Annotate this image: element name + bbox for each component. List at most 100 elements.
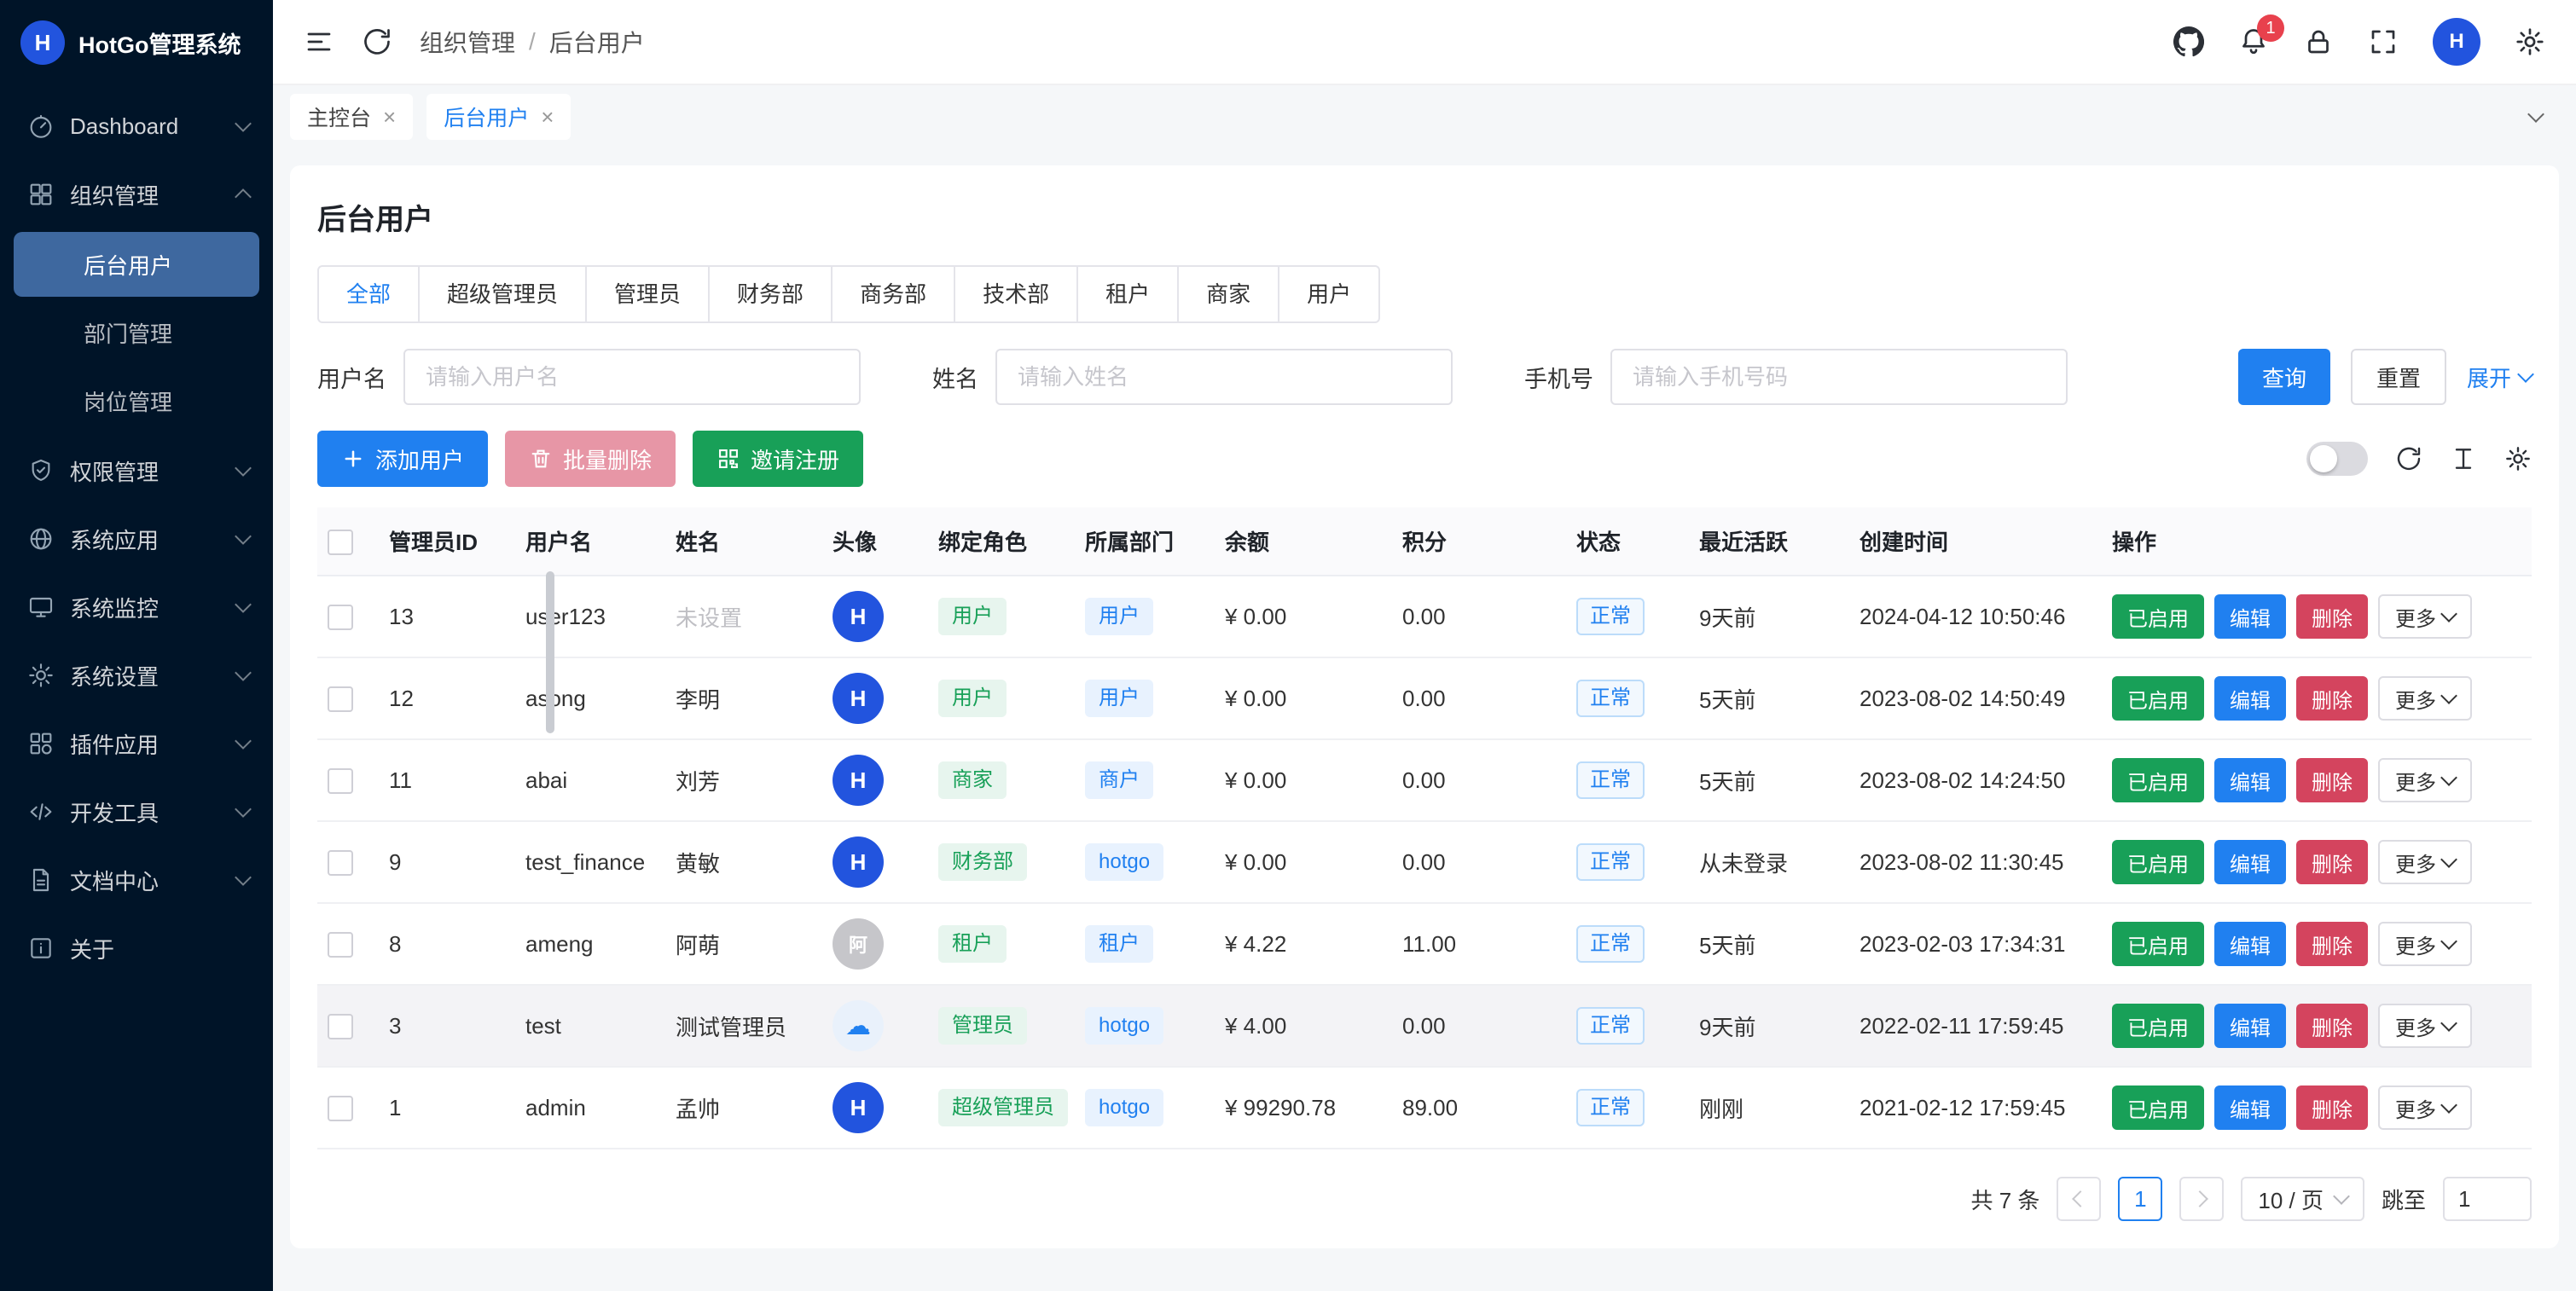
more-button[interactable]: 更多 xyxy=(2378,758,2472,802)
sidebar-item-plugins[interactable]: 插件应用 xyxy=(0,709,273,778)
cell-last-active: 从未登录 xyxy=(1689,821,1849,903)
tab-dashboard[interactable]: 主控台 × xyxy=(290,94,413,140)
app-logo[interactable]: H HotGo管理系统 xyxy=(0,0,273,85)
role-tab-super-admin[interactable]: 超级管理员 xyxy=(418,265,587,323)
sidebar-item-departments[interactable]: 部门管理 xyxy=(14,300,259,365)
github-icon[interactable] xyxy=(2173,26,2204,57)
sidebar-item-dashboard[interactable]: Dashboard xyxy=(0,92,273,160)
delete-button[interactable]: 删除 xyxy=(2296,1085,2368,1130)
invite-register-button[interactable]: 邀请注册 xyxy=(693,431,863,487)
role-tab-finance[interactable]: 财务部 xyxy=(708,265,833,323)
close-icon[interactable]: × xyxy=(383,106,396,128)
role-tab-business[interactable]: 商务部 xyxy=(831,265,955,323)
sidebar-item-positions[interactable]: 岗位管理 xyxy=(14,368,259,433)
sidebar-item-settings[interactable]: 系统设置 xyxy=(0,641,273,709)
row-checkbox[interactable] xyxy=(328,605,353,630)
tab-options-chevron-icon[interactable] xyxy=(2513,94,2559,140)
next-page-button[interactable] xyxy=(2179,1177,2224,1221)
shield-icon xyxy=(27,457,55,484)
close-icon[interactable]: × xyxy=(541,106,554,128)
edit-button[interactable]: 编辑 xyxy=(2214,922,2286,966)
username-input[interactable] xyxy=(403,349,861,405)
scrollbar-thumb[interactable] xyxy=(546,571,554,733)
enabled-button[interactable]: 已启用 xyxy=(2112,1085,2204,1130)
more-button[interactable]: 更多 xyxy=(2378,840,2472,884)
role-tab-all[interactable]: 全部 xyxy=(317,265,420,323)
sidebar-item-permissions[interactable]: 权限管理 xyxy=(0,437,273,505)
phone-input[interactable] xyxy=(1610,349,2068,405)
lock-icon[interactable] xyxy=(2303,26,2334,57)
sidebar-item-about[interactable]: 关于 xyxy=(0,914,273,982)
enabled-button[interactable]: 已启用 xyxy=(2112,676,2204,721)
more-button[interactable]: 更多 xyxy=(2378,1085,2472,1130)
row-checkbox[interactable] xyxy=(328,1014,353,1039)
more-button[interactable]: 更多 xyxy=(2378,1004,2472,1048)
role-tab-tech[interactable]: 技术部 xyxy=(954,265,1078,323)
sidebar-item-system-apps[interactable]: 系统应用 xyxy=(0,505,273,573)
delete-button[interactable]: 删除 xyxy=(2296,676,2368,721)
jump-to-input[interactable] xyxy=(2443,1177,2532,1221)
sidebar-item-dev-tools[interactable]: 开发工具 xyxy=(0,778,273,846)
fullscreen-icon[interactable] xyxy=(2368,26,2399,57)
enabled-button[interactable]: 已启用 xyxy=(2112,840,2204,884)
sidebar-item-monitoring[interactable]: 系统监控 xyxy=(0,573,273,641)
row-avatar: H xyxy=(833,673,884,724)
edit-button[interactable]: 编辑 xyxy=(2214,1085,2286,1130)
row-checkbox[interactable] xyxy=(328,850,353,876)
add-user-button[interactable]: 添加用户 xyxy=(317,431,488,487)
cell-admin-id: 1 xyxy=(379,1067,515,1149)
edit-button[interactable]: 编辑 xyxy=(2214,1004,2286,1048)
enabled-button[interactable]: 已启用 xyxy=(2112,758,2204,802)
edit-button[interactable]: 编辑 xyxy=(2214,840,2286,884)
breadcrumb-item[interactable]: 组织管理 xyxy=(420,25,515,59)
more-button[interactable]: 更多 xyxy=(2378,922,2472,966)
edit-button[interactable]: 编辑 xyxy=(2214,594,2286,639)
striped-toggle[interactable] xyxy=(2306,442,2368,476)
role-tab-tenant[interactable]: 租户 xyxy=(1076,265,1179,323)
row-checkbox[interactable] xyxy=(328,1096,353,1121)
delete-button[interactable]: 删除 xyxy=(2296,758,2368,802)
prev-page-button[interactable] xyxy=(2057,1177,2101,1221)
sidebar-item-docs[interactable]: 文档中心 xyxy=(0,846,273,914)
page-size-select[interactable]: 10 / 页 xyxy=(2241,1177,2364,1221)
enabled-button[interactable]: 已启用 xyxy=(2112,922,2204,966)
delete-button[interactable]: 删除 xyxy=(2296,1004,2368,1048)
role-tab-merchant[interactable]: 商家 xyxy=(1177,265,1279,323)
more-button[interactable]: 更多 xyxy=(2378,594,2472,639)
breadcrumb-item[interactable]: 后台用户 xyxy=(549,25,645,59)
edit-button[interactable]: 编辑 xyxy=(2214,676,2286,721)
batch-delete-button[interactable]: 批量删除 xyxy=(505,431,676,487)
role-tab-admin[interactable]: 管理员 xyxy=(585,265,710,323)
select-all-checkbox[interactable] xyxy=(328,530,353,555)
settings-gear-icon[interactable] xyxy=(2515,26,2545,57)
org-grid-icon xyxy=(27,181,55,208)
user-avatar[interactable]: H xyxy=(2433,18,2480,66)
more-button[interactable]: 更多 xyxy=(2378,676,2472,721)
reset-button[interactable]: 重置 xyxy=(2351,349,2446,405)
search-button[interactable]: 查询 xyxy=(2238,349,2330,405)
sidebar-item-backend-users[interactable]: 后台用户 xyxy=(14,232,259,297)
delete-button[interactable]: 删除 xyxy=(2296,840,2368,884)
role-tab-user[interactable]: 用户 xyxy=(1278,265,1380,323)
page-number-button[interactable]: 1 xyxy=(2118,1177,2162,1221)
density-icon[interactable] xyxy=(2450,445,2477,472)
enabled-button[interactable]: 已启用 xyxy=(2112,594,2204,639)
row-checkbox[interactable] xyxy=(328,932,353,958)
row-checkbox[interactable] xyxy=(328,768,353,794)
edit-button[interactable]: 编辑 xyxy=(2214,758,2286,802)
tab-backend-users[interactable]: 后台用户 × xyxy=(426,94,571,140)
delete-button[interactable]: 删除 xyxy=(2296,922,2368,966)
delete-button[interactable]: 删除 xyxy=(2296,594,2368,639)
status-badge: 正常 xyxy=(1576,761,1645,799)
reload-table-icon[interactable] xyxy=(2395,445,2422,472)
column-settings-gear-icon[interactable] xyxy=(2504,445,2532,472)
status-badge: 正常 xyxy=(1576,1089,1645,1126)
sidebar-item-org[interactable]: 组织管理 xyxy=(0,160,273,229)
notification-bell-icon[interactable]: 1 xyxy=(2238,26,2269,57)
enabled-button[interactable]: 已启用 xyxy=(2112,1004,2204,1048)
menu-collapse-icon[interactable] xyxy=(304,26,334,57)
expand-link[interactable]: 展开 xyxy=(2467,362,2532,393)
row-checkbox[interactable] xyxy=(328,686,353,712)
name-input[interactable] xyxy=(995,349,1453,405)
refresh-icon[interactable] xyxy=(362,26,392,57)
